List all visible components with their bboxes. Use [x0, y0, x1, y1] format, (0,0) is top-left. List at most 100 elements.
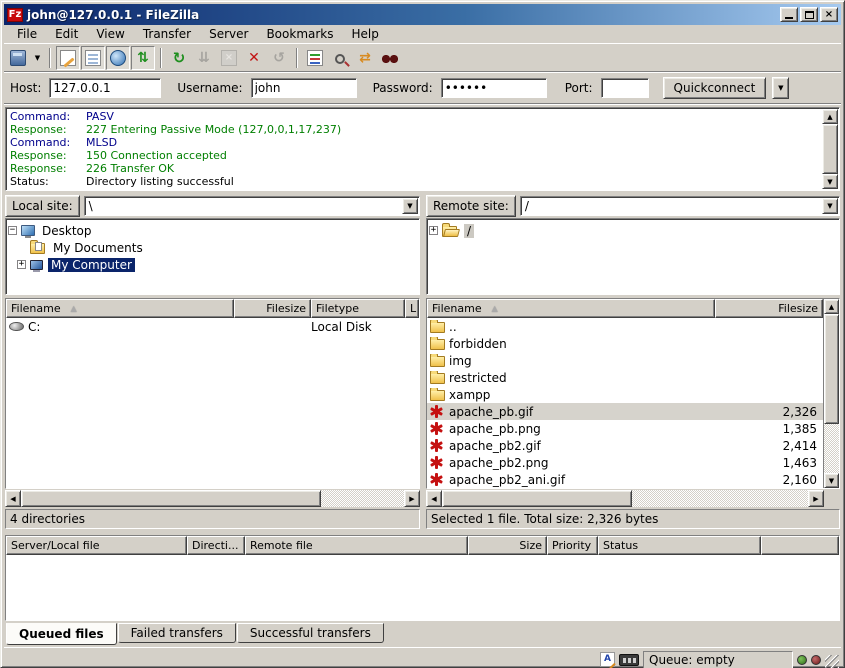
file-row-c-drive[interactable]: C: Local Disk [6, 318, 419, 335]
combo-dropdown-button[interactable]: ▼ [402, 198, 418, 214]
log-scrollbar[interactable]: ▲ ▼ [822, 109, 838, 189]
tab-failed-transfers[interactable]: Failed transfers [118, 623, 236, 643]
local-hscrollbar[interactable]: ◀ ▶ [5, 490, 420, 507]
combo-dropdown-button[interactable]: ▼ [822, 198, 838, 214]
file-row-xampp[interactable]: xampp [427, 386, 823, 403]
remote-list-body[interactable]: .. forbidden img restricted xampp apache… [427, 318, 823, 488]
column-header-filename[interactable]: Filename▲ [427, 299, 715, 318]
column-header-priority[interactable]: Priority [547, 536, 598, 555]
scrollbar-thumb[interactable] [824, 314, 839, 424]
local-site-combo[interactable]: \ ▼ [84, 196, 420, 216]
scrollbar-thumb[interactable] [21, 490, 321, 507]
menu-transfer[interactable]: Transfer [134, 25, 200, 43]
scroll-down-icon[interactable]: ▼ [824, 473, 839, 488]
file-row-apache-pb2-gif[interactable]: apache_pb2.gif2,414 [427, 437, 823, 454]
file-row-apache-pb2-png[interactable]: apache_pb2.png1,463 [427, 454, 823, 471]
remote-vscrollbar[interactable]: ▲ ▼ [823, 299, 839, 488]
column-header-server-local-file[interactable]: Server/Local file [6, 536, 187, 555]
scroll-down-icon[interactable]: ▼ [822, 174, 838, 189]
column-header-filename[interactable]: Filename▲ [6, 299, 234, 318]
image-file-icon [435, 422, 438, 435]
local-list-body[interactable]: C: Local Disk [6, 318, 419, 488]
menu-bookmarks[interactable]: Bookmarks [257, 25, 342, 43]
tree-item-my-documents[interactable]: My Documents [8, 239, 417, 256]
port-input[interactable] [601, 78, 649, 98]
column-header-filetype[interactable]: Filetype [311, 299, 405, 318]
selected-tree-item: My Computer [48, 258, 135, 272]
disconnect-button[interactable]: ✕ [242, 46, 266, 70]
toolbar-separator [49, 48, 51, 68]
scroll-right-icon[interactable]: ▶ [808, 490, 824, 507]
transfer-type-icon[interactable]: A [600, 652, 615, 667]
synchronized-browsing-button[interactable]: ⇄ [353, 46, 377, 70]
site-manager-button[interactable] [6, 46, 30, 70]
local-pane: Local site: \ ▼ − Desktop My Documents [5, 194, 420, 529]
find-files-button[interactable] [378, 46, 402, 70]
folder-icon [430, 322, 445, 333]
scroll-left-icon[interactable]: ◀ [5, 490, 21, 507]
column-header-size[interactable]: Size [468, 536, 547, 555]
remote-hscrollbar[interactable]: ◀ ▶ [426, 490, 824, 507]
filter-button[interactable] [303, 46, 327, 70]
close-button[interactable]: × [820, 7, 838, 22]
directory-comparison-button[interactable] [328, 46, 352, 70]
quickconnect-button[interactable]: Quickconnect [663, 77, 767, 99]
chevron-down-icon: ▼ [827, 202, 832, 210]
toggle-remote-tree-button[interactable] [106, 46, 130, 70]
minimize-button[interactable] [780, 7, 798, 22]
file-row-forbidden[interactable]: forbidden [427, 335, 823, 352]
quickconnect-dropdown[interactable]: ▼ [772, 77, 789, 99]
file-row-restricted[interactable]: restricted [427, 369, 823, 386]
tab-successful-transfers[interactable]: Successful transfers [237, 623, 384, 643]
expand-icon[interactable]: + [429, 226, 438, 235]
column-header-remote-file[interactable]: Remote file [245, 536, 468, 555]
tree-item-my-computer[interactable]: + My Computer [8, 256, 417, 273]
password-input[interactable] [441, 78, 547, 98]
scroll-up-icon[interactable]: ▲ [824, 299, 839, 314]
column-header-filesize[interactable]: Filesize [715, 299, 823, 318]
toggle-queue-button[interactable]: ⇅ [131, 46, 155, 70]
maximize-button[interactable] [800, 7, 818, 22]
refresh-button[interactable]: ↻ [167, 46, 191, 70]
queue-body[interactable] [6, 555, 839, 620]
menu-edit[interactable]: Edit [46, 25, 87, 43]
menu-server[interactable]: Server [200, 25, 257, 43]
message-log[interactable]: Command:PASV Response:227 Entering Passi… [5, 107, 840, 191]
file-row-apache-pb-png[interactable]: apache_pb.png1,385 [427, 420, 823, 437]
file-row-apache-pb2-ani-gif[interactable]: apache_pb2_ani.gif2,160 [427, 471, 823, 488]
scrollbar-thumb[interactable] [442, 490, 632, 507]
tree-item-desktop[interactable]: − Desktop [8, 222, 417, 239]
file-row-apache-pb-gif[interactable]: apache_pb.gif2,326 [427, 403, 823, 420]
column-header-filesize[interactable]: Filesize [234, 299, 311, 318]
tab-queued-files[interactable]: Queued files [6, 623, 117, 645]
remote-tree[interactable]: + / [426, 218, 840, 295]
column-header-direction[interactable]: Directi... [187, 536, 245, 555]
resize-grip[interactable] [825, 655, 839, 668]
expand-icon[interactable]: + [17, 260, 26, 269]
column-header-lastmodified[interactable]: L [405, 299, 419, 318]
menu-view[interactable]: View [87, 25, 133, 43]
username-input[interactable] [251, 78, 357, 98]
host-input[interactable] [49, 78, 161, 98]
tree-item-root[interactable]: + / [429, 222, 837, 239]
column-header-status[interactable]: Status [598, 536, 761, 555]
speed-limit-icon[interactable] [619, 654, 639, 666]
menu-help[interactable]: Help [343, 25, 388, 43]
scroll-up-icon[interactable]: ▲ [822, 109, 838, 124]
menu-file[interactable]: File [8, 25, 46, 43]
scroll-right-icon[interactable]: ▶ [404, 490, 420, 507]
scroll-left-icon[interactable]: ◀ [426, 490, 442, 507]
cancel-operation-button[interactable]: × [217, 46, 241, 70]
process-queue-button[interactable]: ⇊ [192, 46, 216, 70]
remote-site-combo[interactable]: / ▼ [520, 196, 840, 216]
local-tree[interactable]: − Desktop My Documents + My Computer [5, 218, 420, 295]
site-manager-dropdown[interactable]: ▼ [31, 46, 44, 70]
reconnect-icon: ↺ [271, 50, 287, 66]
toggle-local-tree-button[interactable] [81, 46, 105, 70]
scrollbar-thumb[interactable] [822, 124, 838, 174]
reconnect-button[interactable]: ↺ [267, 46, 291, 70]
file-row-img[interactable]: img [427, 352, 823, 369]
file-row-parent[interactable]: .. [427, 318, 823, 335]
toggle-message-log-button[interactable] [56, 46, 80, 70]
collapse-icon[interactable]: − [8, 226, 17, 235]
